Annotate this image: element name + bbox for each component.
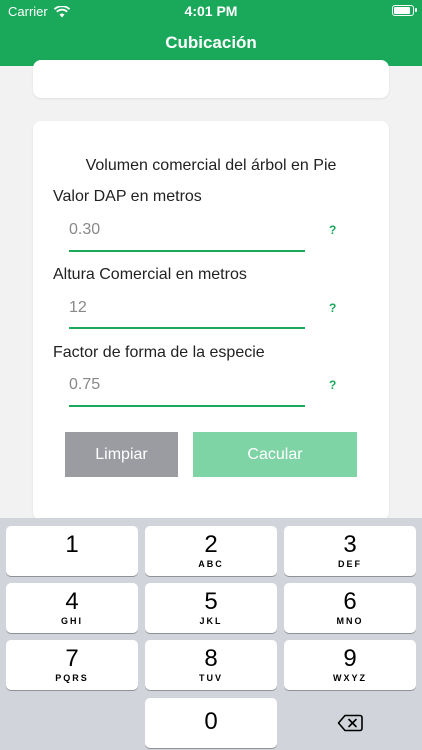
key-2-letters: ABC — [198, 559, 224, 569]
key-9-number: 9 — [343, 645, 357, 672]
key-1-number: 1 — [65, 531, 79, 558]
status-time: 4:01 PM — [184, 3, 238, 19]
key-8-letters: TUV — [199, 673, 223, 683]
form-factor-underline — [69, 405, 305, 407]
page-title: Cubicación — [165, 33, 257, 52]
previous-card — [33, 60, 389, 98]
key-8[interactable]: 8 TUV — [145, 640, 277, 690]
key-7-letters: PQRS — [55, 673, 89, 683]
height-input[interactable]: 12 — [69, 299, 305, 317]
key-7[interactable]: 7 PQRS — [6, 640, 138, 690]
key-6-number: 6 — [343, 588, 357, 615]
key-0-number: 0 — [204, 708, 218, 735]
key-8-number: 8 — [204, 645, 218, 672]
key-9-letters: WXYZ — [333, 673, 367, 683]
key-9[interactable]: 9 WXYZ — [284, 640, 416, 690]
clear-button[interactable]: Limpiar — [65, 432, 178, 477]
form-factor-label: Factor de forma de la especie — [53, 344, 265, 361]
battery-icon — [392, 5, 417, 16]
key-4[interactable]: 4 GHI — [6, 583, 138, 633]
backspace-icon — [337, 714, 363, 732]
height-label: Altura Comercial en metros — [53, 266, 247, 283]
key-3[interactable]: 3 DEF — [284, 526, 416, 576]
status-bar: Carrier 4:01 PM — [0, 0, 422, 22]
dap-input[interactable]: 0.30 — [69, 221, 305, 239]
form-factor-help-button[interactable]: ? — [329, 378, 336, 392]
key-0[interactable]: 0 — [145, 698, 277, 748]
backspace-key[interactable] — [284, 698, 416, 748]
key-3-letters: DEF — [338, 559, 362, 569]
form-heading: Volumen comercial del árbol en Pie — [85, 157, 337, 174]
height-help-button[interactable]: ? — [329, 301, 336, 315]
key-1[interactable]: 1 — [6, 526, 138, 576]
numeric-keypad: 1 2 ABC 3 DEF 4 GHI 5 JKL 6 MNO 7 PQRS 8… — [0, 518, 422, 750]
height-underline — [69, 327, 305, 329]
key-5-number: 5 — [204, 588, 218, 615]
dap-underline — [69, 250, 305, 252]
volume-form-card: Volumen comercial del árbol en Pie Valor… — [33, 121, 389, 520]
form-factor-input[interactable]: 0.75 — [69, 376, 305, 394]
key-3-number: 3 — [343, 531, 357, 558]
key-6[interactable]: 6 MNO — [284, 583, 416, 633]
key-5[interactable]: 5 JKL — [145, 583, 277, 633]
key-2[interactable]: 2 ABC — [145, 526, 277, 576]
key-5-letters: JKL — [199, 616, 223, 626]
key-6-letters: MNO — [336, 616, 364, 626]
key-2-number: 2 — [204, 531, 218, 558]
key-4-letters: GHI — [60, 616, 83, 626]
calculate-button[interactable]: Cacular — [193, 432, 357, 477]
dap-label: Valor DAP en metros — [53, 188, 202, 205]
key-4-number: 4 — [65, 588, 79, 615]
navigation-bar: Carrier 4:01 PM Cubicación — [0, 0, 422, 66]
dap-help-button[interactable]: ? — [329, 223, 336, 237]
key-7-number: 7 — [65, 645, 79, 672]
